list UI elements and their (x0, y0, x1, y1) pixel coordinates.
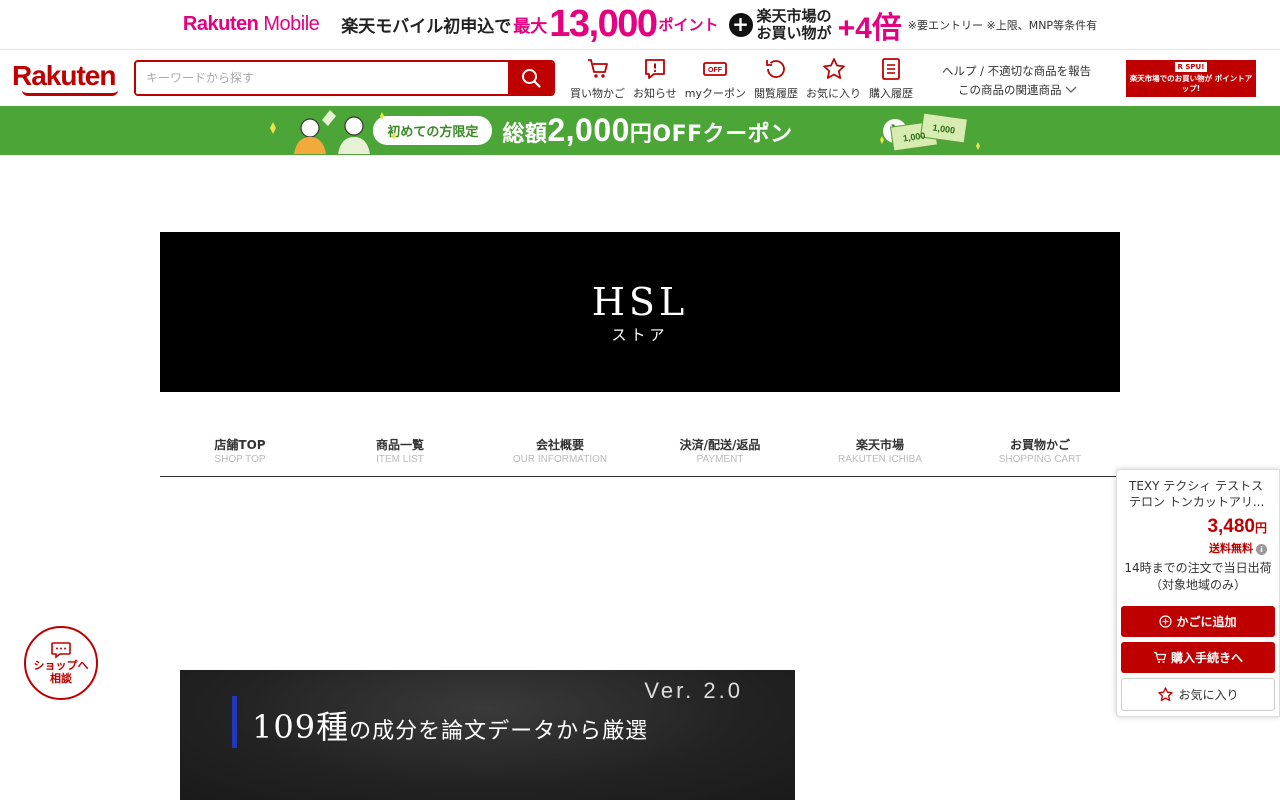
rakuten-logo[interactable]: Rakuten (12, 60, 118, 96)
promo-lines: 楽天市場の お買い物が (756, 6, 832, 42)
promo-text: 楽天モバイル初申込で (341, 17, 512, 37)
star-icon (822, 58, 845, 79)
checkout-button[interactable]: 購入手続きへ (1121, 642, 1275, 673)
shoppers-illustration-icon (270, 110, 396, 154)
floating-cart-panel: TEXY テクシィ テストステロン トンカットアリ... 3,480円 送料無料… (1116, 469, 1280, 717)
site-header: Rakuten 買い物かご お知らせ OFF myクーポン 閲覧履歴 お気に入り (0, 50, 1280, 106)
plus-icon: + (728, 12, 753, 37)
cart-icon (587, 59, 608, 78)
nav-favorite[interactable]: お気に入り (802, 56, 865, 101)
store-subtitle: ストア (611, 325, 669, 344)
product-price: 3,480円 (1207, 516, 1267, 537)
shop-consult-button[interactable]: ショップへ 相談 (24, 626, 98, 700)
free-shipping-label: 送料無料 i (1209, 540, 1267, 556)
search-button[interactable] (508, 62, 553, 94)
coupon-text: 総額2,000円OFFクーポン (502, 112, 793, 148)
cart-icon (1153, 651, 1167, 663)
svg-text:OFF: OFF (708, 67, 723, 74)
mobile-promo-banner[interactable]: Rakuten Mobile 楽天モバイル初申込で 最大 13,000 ポイント… (0, 0, 1280, 50)
nav-notice[interactable]: お知らせ (629, 56, 681, 101)
delivery-eta: 14時までの注文で当日出荷（対象地域のみ） (1124, 561, 1272, 592)
add-to-cart-button[interactable]: かごに追加 (1121, 606, 1275, 637)
version-label: Ver. 2.0 (644, 678, 743, 703)
chevron-down-icon (1065, 86, 1077, 93)
promo-note: ※要エントリー ※上限、MNP等条件有 (907, 18, 1098, 32)
store-nav: 店舗TOP SHOP TOP 商品一覧 ITEM LIST 会社概要 OUR INFO… (160, 436, 1120, 477)
help-link[interactable]: ヘルプ / 不適切な商品を報告 (942, 62, 1091, 81)
header-nav: 買い物かご お知らせ OFF myクーポン 閲覧履歴 お気に入り 購入履歴 (566, 56, 917, 101)
store-header-banner[interactable]: HSL ストア (160, 232, 1120, 392)
promo-amount: 13,000 (549, 3, 658, 45)
notice-icon (644, 59, 665, 79)
plus-circle-icon (1159, 615, 1173, 628)
store-nav-item-list[interactable]: 商品一覧 ITEM LIST (320, 436, 480, 476)
related-items-dropdown[interactable]: この商品の関連商品 (942, 81, 1091, 100)
store-nav-payment[interactable]: 決済/配送/返品 PAYMENT (640, 436, 800, 476)
logo-swoosh (22, 90, 118, 96)
chat-bubble-icon (51, 642, 71, 659)
nav-coupon[interactable]: OFF myクーポン (681, 56, 750, 101)
promo-multiplier: +4倍 (837, 11, 902, 45)
rakuten-mobile-logo: Rakuten Mobile (182, 13, 320, 35)
store-nav-cart[interactable]: お買物かご SHOPPING CART (960, 436, 1120, 476)
nav-purchase-history[interactable]: 購入履歴 (865, 56, 917, 101)
search-box (134, 60, 555, 96)
star-icon (1158, 687, 1174, 702)
store-nav-company[interactable]: 会社概要 OUR INFORMATION (480, 436, 640, 476)
accent-bar (232, 696, 237, 748)
favorite-button[interactable]: お気に入り (1121, 678, 1275, 711)
history-icon (766, 60, 785, 78)
nav-history[interactable]: 閲覧履歴 (750, 56, 802, 101)
promo-max: 最大 (513, 17, 548, 37)
help-links: ヘルプ / 不適切な商品を報告 この商品の関連商品 (942, 62, 1091, 100)
search-input[interactable] (136, 62, 508, 94)
nav-cart[interactable]: 買い物かご (566, 56, 629, 101)
spu-banner[interactable]: R SPU! 楽天市場でのお買い物が ポイントアップ! (1126, 60, 1256, 97)
product-headline: 109種の成分を論文データから厳選 (252, 708, 649, 746)
store-name: HSL (591, 279, 689, 324)
coupon-icon: OFF (703, 62, 728, 76)
product-title: TEXY テクシィ テストステロン トンカットアリ... (1129, 479, 1265, 509)
promo-unit: ポイント (658, 16, 719, 34)
search-icon (521, 69, 541, 88)
list-icon (882, 58, 900, 80)
first-time-coupon-banner[interactable]: 初めての方限定 総額2,000円OFFクーポン 1,000 1,000 ❯ (0, 106, 1280, 155)
money-bills-icon: 1,000 1,000 (880, 112, 980, 152)
store-nav-shop-top[interactable]: 店舗TOP SHOP TOP (160, 436, 320, 476)
product-main-image[interactable]: Ver. 2.0 109種の成分を論文データから厳選 (180, 670, 795, 800)
info-icon[interactable]: i (1256, 543, 1267, 555)
store-nav-rakuten[interactable]: 楽天市場 RAKUTEN ICHIBA (800, 436, 960, 476)
